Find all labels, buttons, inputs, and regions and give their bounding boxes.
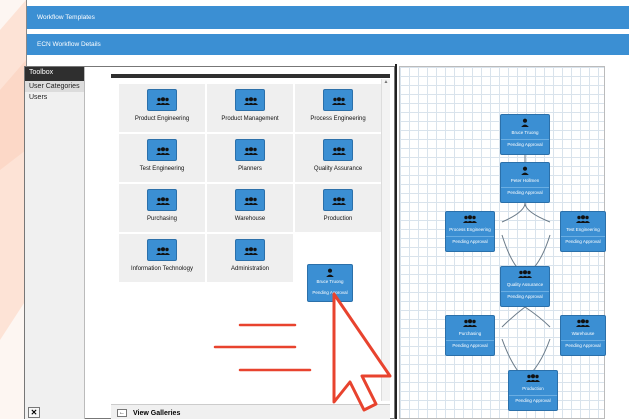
tile-warehouse[interactable]: Warehouse	[207, 184, 293, 232]
group-icon	[518, 270, 532, 278]
close-icon[interactable]: ✕	[28, 407, 40, 418]
group-icon	[147, 139, 177, 161]
group-icon	[526, 374, 540, 382]
group-icon	[147, 239, 177, 261]
dragged-user-card[interactable]: Bruce Truong Pending Approval	[307, 264, 353, 302]
back-arrow-icon: ←	[117, 409, 127, 417]
tile-information-technology[interactable]: Information Technology	[119, 234, 205, 282]
group-icon	[147, 89, 177, 111]
panel-divider[interactable]	[395, 64, 397, 419]
group-icon	[147, 189, 177, 211]
group-icon	[323, 189, 353, 211]
workflow-node[interactable]: Production Pending Approval	[508, 370, 558, 411]
subheader-bar: ECN Workflow Details	[27, 34, 629, 55]
tile-product-management[interactable]: Product Management	[207, 84, 293, 132]
workflow-node[interactable]: Test Engineering Pending Approval	[560, 211, 606, 252]
header-bar: Workflow Templates	[27, 6, 629, 29]
workflow-node[interactable]: Bruce Truong Pending Approval	[500, 114, 550, 155]
user-icon	[326, 268, 334, 277]
gallery-header	[111, 74, 390, 78]
view-galleries-button[interactable]: ← View Galleries	[111, 404, 390, 419]
group-icon	[235, 189, 265, 211]
group-icon	[323, 139, 353, 161]
section-title: ECN Workflow Details	[37, 41, 101, 48]
group-icon	[576, 215, 590, 223]
tile-process-engineering[interactable]: Process Engineering	[295, 84, 381, 132]
group-icon	[235, 89, 265, 111]
group-icon	[235, 139, 265, 161]
user-icon	[521, 118, 529, 127]
vertical-scrollbar[interactable]: ▲	[381, 79, 390, 401]
workflow-canvas[interactable]: Bruce Truong Pending Approval Peter Holl…	[399, 66, 606, 419]
group-icon	[463, 319, 477, 327]
workflow-node[interactable]: Quality Assurance Pending Approval	[500, 266, 550, 307]
group-icon	[576, 319, 590, 327]
view-galleries-label: View Galleries	[133, 409, 181, 417]
group-icon	[235, 239, 265, 261]
tile-test-engineering[interactable]: Test Engineering	[119, 134, 205, 182]
toolbox-panel: Toolbox User Categories Users ✕ ▲ Produc…	[24, 66, 395, 419]
group-icon	[323, 89, 353, 111]
workflow-node[interactable]: Warehouse Pending Approval	[560, 315, 606, 356]
tile-product-engineering[interactable]: Product Engineering	[119, 84, 205, 132]
sidebar-item-users[interactable]: Users	[25, 92, 84, 103]
scroll-up-icon[interactable]: ▲	[382, 79, 390, 85]
tile-purchasing[interactable]: Purchasing	[119, 184, 205, 232]
gallery-area: ▲ Product Engineering Product Management…	[111, 67, 390, 419]
sidebar-item-user-categories[interactable]: User Categories	[25, 81, 84, 92]
page-title: Workflow Templates	[37, 14, 95, 21]
toolbox-header: Toolbox	[25, 67, 84, 81]
tile-planners[interactable]: Planners	[207, 134, 293, 182]
tile-quality-assurance[interactable]: Quality Assurance	[295, 134, 381, 182]
workflow-node[interactable]: Process Engineering Pending Approval	[445, 211, 495, 252]
toolbox-sidebar: Toolbox User Categories Users ✕	[25, 67, 85, 419]
workflow-node[interactable]: Peter Hollmen Pending Approval	[500, 162, 550, 203]
tile-administration[interactable]: Administration	[207, 234, 293, 282]
group-icon	[463, 215, 477, 223]
user-icon	[521, 166, 529, 175]
workflow-node[interactable]: Purchasing Pending Approval	[445, 315, 495, 356]
tile-production[interactable]: Production	[295, 184, 381, 232]
